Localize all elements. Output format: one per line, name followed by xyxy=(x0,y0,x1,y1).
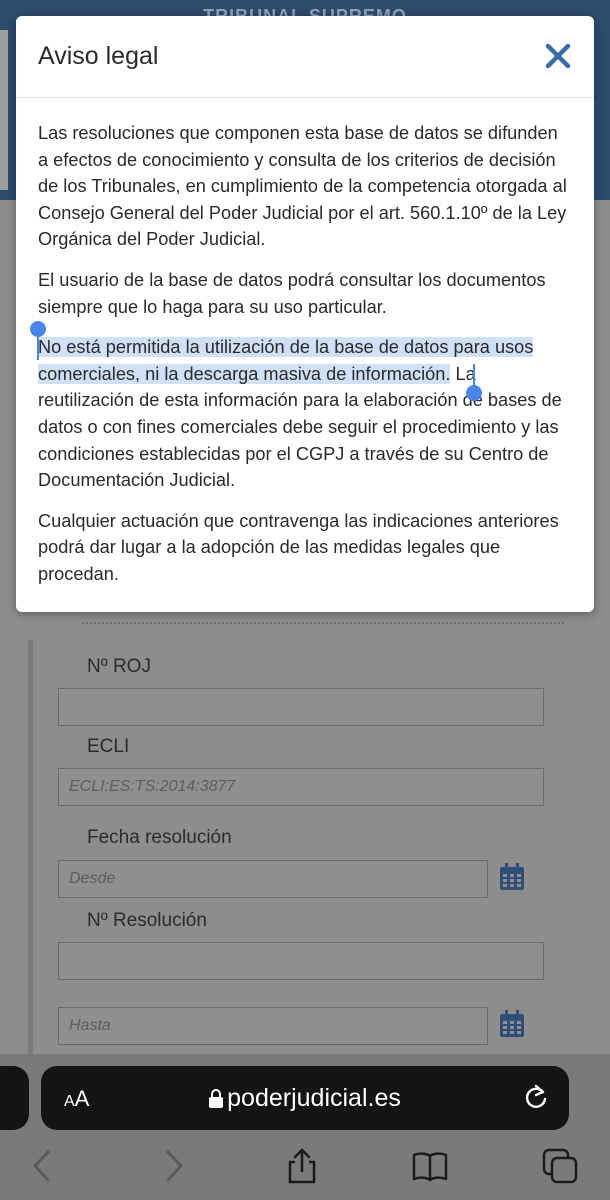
field-label-fecha: Fecha resolución xyxy=(87,827,232,848)
resolucion-input[interactable] xyxy=(58,942,544,980)
roj-input[interactable] xyxy=(58,688,544,726)
divider xyxy=(82,622,564,624)
field-label-resolucion: Nº Resolución xyxy=(87,910,207,931)
back-icon[interactable] xyxy=(24,1148,60,1184)
form-border xyxy=(28,640,33,1060)
forward-icon[interactable] xyxy=(156,1148,192,1184)
paragraph-restrictions: No está permitida la utilización de la b… xyxy=(38,334,572,494)
lock-icon xyxy=(209,1089,224,1108)
url-text: poderjudicial.es xyxy=(227,1084,401,1112)
selection-end-handle[interactable] xyxy=(466,385,482,401)
selection-start-caret xyxy=(37,334,39,360)
field-label-ecli: ECLI xyxy=(87,736,130,757)
paragraph-purpose: Las resoluciones que componen esta base … xyxy=(38,123,567,250)
modal-body: Las resoluciones que componen esta base … xyxy=(16,98,594,588)
paragraph-consequences: Cualquier actuación que contravenga las … xyxy=(38,510,559,584)
reload-icon[interactable] xyxy=(522,1083,550,1111)
close-icon[interactable] xyxy=(544,42,572,70)
bookmarks-icon[interactable] xyxy=(412,1148,448,1184)
paragraph-usage: El usuario de la base de datos podrá con… xyxy=(38,269,546,317)
calendar-icon[interactable] xyxy=(499,863,525,891)
legal-notice-modal: Aviso legal Las resoluciones que compone… xyxy=(16,16,594,612)
tabs-icon[interactable] xyxy=(542,1148,578,1184)
url-display[interactable]: poderjudicial.es xyxy=(0,1084,610,1113)
modal-header: Aviso legal xyxy=(16,16,594,98)
fecha-hasta-input[interactable]: Hasta xyxy=(58,1007,488,1045)
calendar-icon[interactable] xyxy=(499,1010,525,1038)
ecli-input[interactable]: ECLI:ES:TS:2014:3877 xyxy=(58,768,544,806)
share-icon[interactable] xyxy=(284,1148,320,1184)
fecha-desde-input[interactable]: Desde xyxy=(58,860,488,898)
modal-title: Aviso legal xyxy=(38,42,159,70)
field-label-roj: Nº ROJ xyxy=(87,656,151,677)
